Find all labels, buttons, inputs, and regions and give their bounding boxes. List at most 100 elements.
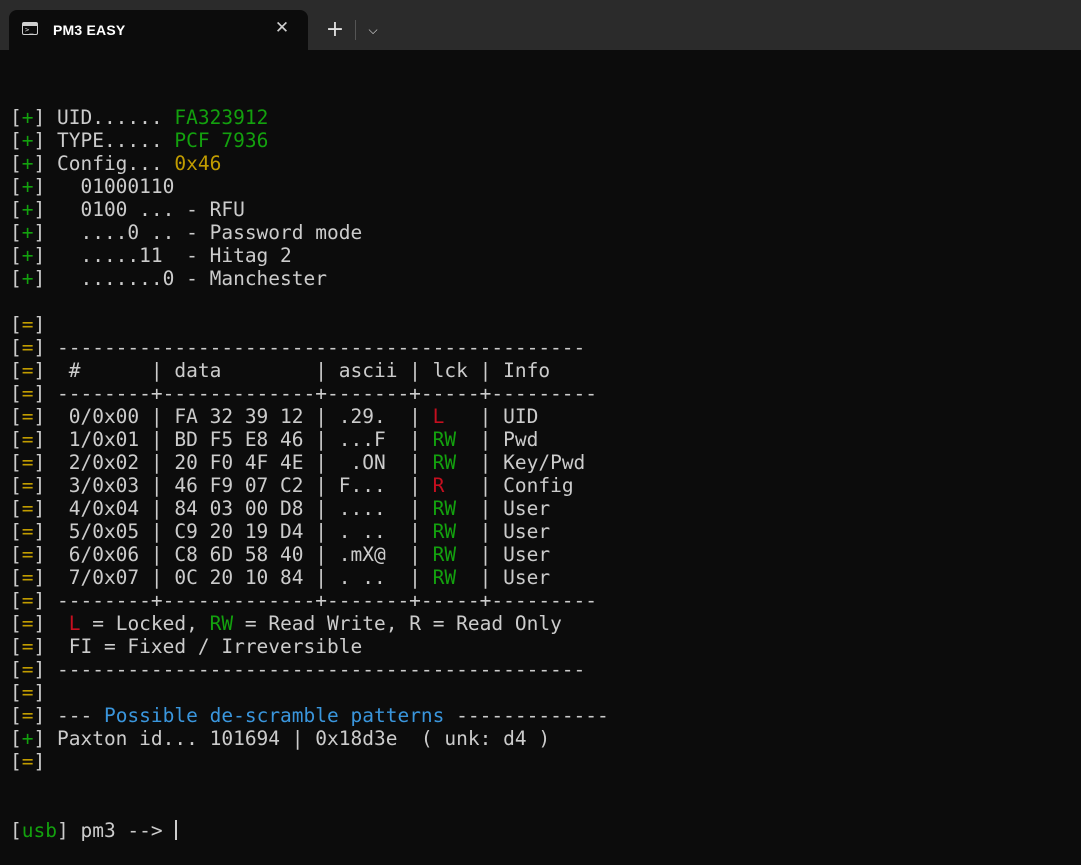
line-segment: ] 7/0x07 | 0C 20 10 84 | . .. | bbox=[33, 566, 433, 589]
terminal-line: [=] 4/0x04 | 84 03 00 D8 | .... | RW | U… bbox=[10, 497, 1070, 520]
line-segment: = bbox=[21, 382, 34, 405]
line-segment: ] 01000110 bbox=[33, 175, 175, 198]
close-icon[interactable]: ✕ bbox=[272, 18, 292, 38]
line-segment: + bbox=[21, 129, 34, 152]
line-segment: [ bbox=[10, 175, 22, 198]
line-segment: + bbox=[21, 221, 34, 244]
line-segment: | User bbox=[456, 543, 551, 566]
line-segment: = bbox=[21, 612, 34, 635]
line-segment: = bbox=[21, 405, 34, 428]
line-segment: [ bbox=[10, 428, 22, 451]
line-segment: [ bbox=[10, 129, 22, 152]
line-segment: | User bbox=[456, 566, 551, 589]
terminal-line: [=] 0/0x00 | FA 32 39 12 | .29. | L | UI… bbox=[10, 405, 1070, 428]
line-segment: RW bbox=[432, 543, 457, 566]
terminal-icon: >_ bbox=[22, 22, 38, 35]
terminal-line: [+] UID...... FA323912 bbox=[10, 106, 1070, 129]
line-segment: ] UID...... bbox=[33, 106, 175, 129]
line-segment: [ bbox=[10, 451, 22, 474]
output-lines: [+] UID...... FA323912 [+] TYPE..... PCF … bbox=[10, 106, 1070, 773]
line-segment: | Pwd bbox=[456, 428, 539, 451]
line-segment: ------------- bbox=[444, 704, 609, 727]
line-segment: + bbox=[21, 106, 34, 129]
line-segment: [ bbox=[10, 658, 22, 681]
line-segment: FA323912 bbox=[174, 106, 269, 129]
terminal-output[interactable]: [+] UID...... FA323912 [+] TYPE..... PCF … bbox=[10, 60, 1070, 842]
line-segment: + bbox=[21, 727, 34, 750]
line-segment: [ bbox=[10, 313, 22, 336]
line-segment: | User bbox=[456, 497, 551, 520]
line-segment: ] TYPE..... bbox=[33, 129, 175, 152]
line-segment: RW bbox=[432, 428, 457, 451]
line-segment: [ bbox=[10, 520, 22, 543]
line-segment: L bbox=[68, 612, 81, 635]
line-segment: ] 0100 ... - RFU bbox=[33, 198, 245, 221]
line-segment: [ bbox=[10, 221, 22, 244]
terminal-line: [=] 2/0x02 | 20 F0 4F 4E | .ON | RW | Ke… bbox=[10, 451, 1070, 474]
terminal-line: [=] FI = Fixed / Irreversible bbox=[10, 635, 1070, 658]
line-segment: = bbox=[21, 336, 34, 359]
prompt-device: usb bbox=[21, 819, 57, 842]
line-segment: = Locked, bbox=[80, 612, 210, 635]
line-segment: ] bbox=[33, 612, 69, 635]
line-segment: ] .....11 - Hitag 2 bbox=[33, 244, 292, 267]
prompt-text: pm3 --> bbox=[68, 819, 175, 842]
line-segment: PCF 7936 bbox=[174, 129, 269, 152]
line-segment: ] bbox=[33, 681, 46, 704]
line-segment: [ bbox=[10, 106, 22, 129]
terminal-line: [=] ------------------------------------… bbox=[10, 336, 1070, 359]
line-segment: ] 3/0x03 | 46 F9 07 C2 | F... | bbox=[33, 474, 433, 497]
line-segment: ] 4/0x04 | 84 03 00 D8 | .... | bbox=[33, 497, 433, 520]
line-segment: ] --------+-------------+-------+-----+-… bbox=[33, 382, 598, 405]
terminal-line: [=] ------------------------------------… bbox=[10, 658, 1070, 681]
tab-separator bbox=[355, 20, 356, 40]
line-segment: + bbox=[21, 267, 34, 290]
line-segment: ] 1/0x01 | BD F5 E8 46 | ...F | bbox=[33, 428, 433, 451]
terminal-line: [=] bbox=[10, 681, 1070, 704]
terminal-line: [=] 7/0x07 | 0C 20 10 84 | . .. | RW | U… bbox=[10, 566, 1070, 589]
tab-pm3-easy[interactable]: >_ PM3 EASY ✕ bbox=[9, 10, 308, 50]
text-cursor bbox=[175, 820, 178, 840]
line-segment: = bbox=[21, 497, 34, 520]
line-segment: ] Config... bbox=[33, 152, 175, 175]
line-segment: [ bbox=[10, 589, 22, 612]
line-segment: = bbox=[21, 681, 34, 704]
line-segment: ] 6/0x06 | C8 6D 58 40 | .mX@ | bbox=[33, 543, 433, 566]
terminal-line: [+] TYPE..... PCF 7936 bbox=[10, 129, 1070, 152]
line-segment: ] 5/0x05 | C9 20 19 D4 | . .. | bbox=[33, 520, 433, 543]
line-segment: ] 0/0x00 | FA 32 39 12 | .29. | bbox=[33, 405, 433, 428]
terminal-line: [+] .......0 - Manchester bbox=[10, 267, 1070, 290]
line-segment: [ bbox=[10, 704, 22, 727]
chevron-down-icon[interactable]: ⌵ bbox=[362, 18, 384, 42]
terminal-line: [=] --------+-------------+-------+-----… bbox=[10, 589, 1070, 612]
line-segment: | User bbox=[456, 520, 551, 543]
line-segment: [ bbox=[10, 474, 22, 497]
line-segment: [ bbox=[10, 497, 22, 520]
line-segment: 0x46 bbox=[174, 152, 222, 175]
line-segment: [ bbox=[10, 612, 22, 635]
line-segment: L bbox=[432, 405, 457, 428]
line-segment: = bbox=[21, 589, 34, 612]
line-segment: ] --------------------------------------… bbox=[33, 336, 586, 359]
new-tab-button[interactable]: + bbox=[321, 16, 349, 44]
line-segment: RW bbox=[432, 566, 457, 589]
title-bar: >_ PM3 EASY ✕ + ⌵ bbox=[0, 0, 1081, 50]
line-segment: [ bbox=[10, 635, 22, 658]
line-segment: = bbox=[21, 428, 34, 451]
line-segment: = bbox=[21, 566, 34, 589]
line-segment: | Key/Pwd bbox=[456, 451, 586, 474]
command-prompt[interactable]: [usb] pm3 --> bbox=[10, 819, 1070, 842]
terminal-line: [=] --------+-------------+-------+-----… bbox=[10, 382, 1070, 405]
line-segment: [ bbox=[10, 681, 22, 704]
terminal-line: [=] L = Locked, RW = Read Write, R = Rea… bbox=[10, 612, 1070, 635]
line-segment: RW bbox=[432, 451, 457, 474]
terminal-line: [+] 01000110 bbox=[10, 175, 1070, 198]
terminal-line: [=] 3/0x03 | 46 F9 07 C2 | F... | R | Co… bbox=[10, 474, 1070, 497]
terminal-line: [=] --- Possible de-scramble patterns --… bbox=[10, 704, 1070, 727]
line-segment: ] .......0 - Manchester bbox=[33, 267, 328, 290]
line-segment: = bbox=[21, 313, 34, 336]
line-segment: [ bbox=[10, 382, 22, 405]
prompt-bracket-open: [ bbox=[10, 819, 22, 842]
line-segment: = bbox=[21, 635, 34, 658]
